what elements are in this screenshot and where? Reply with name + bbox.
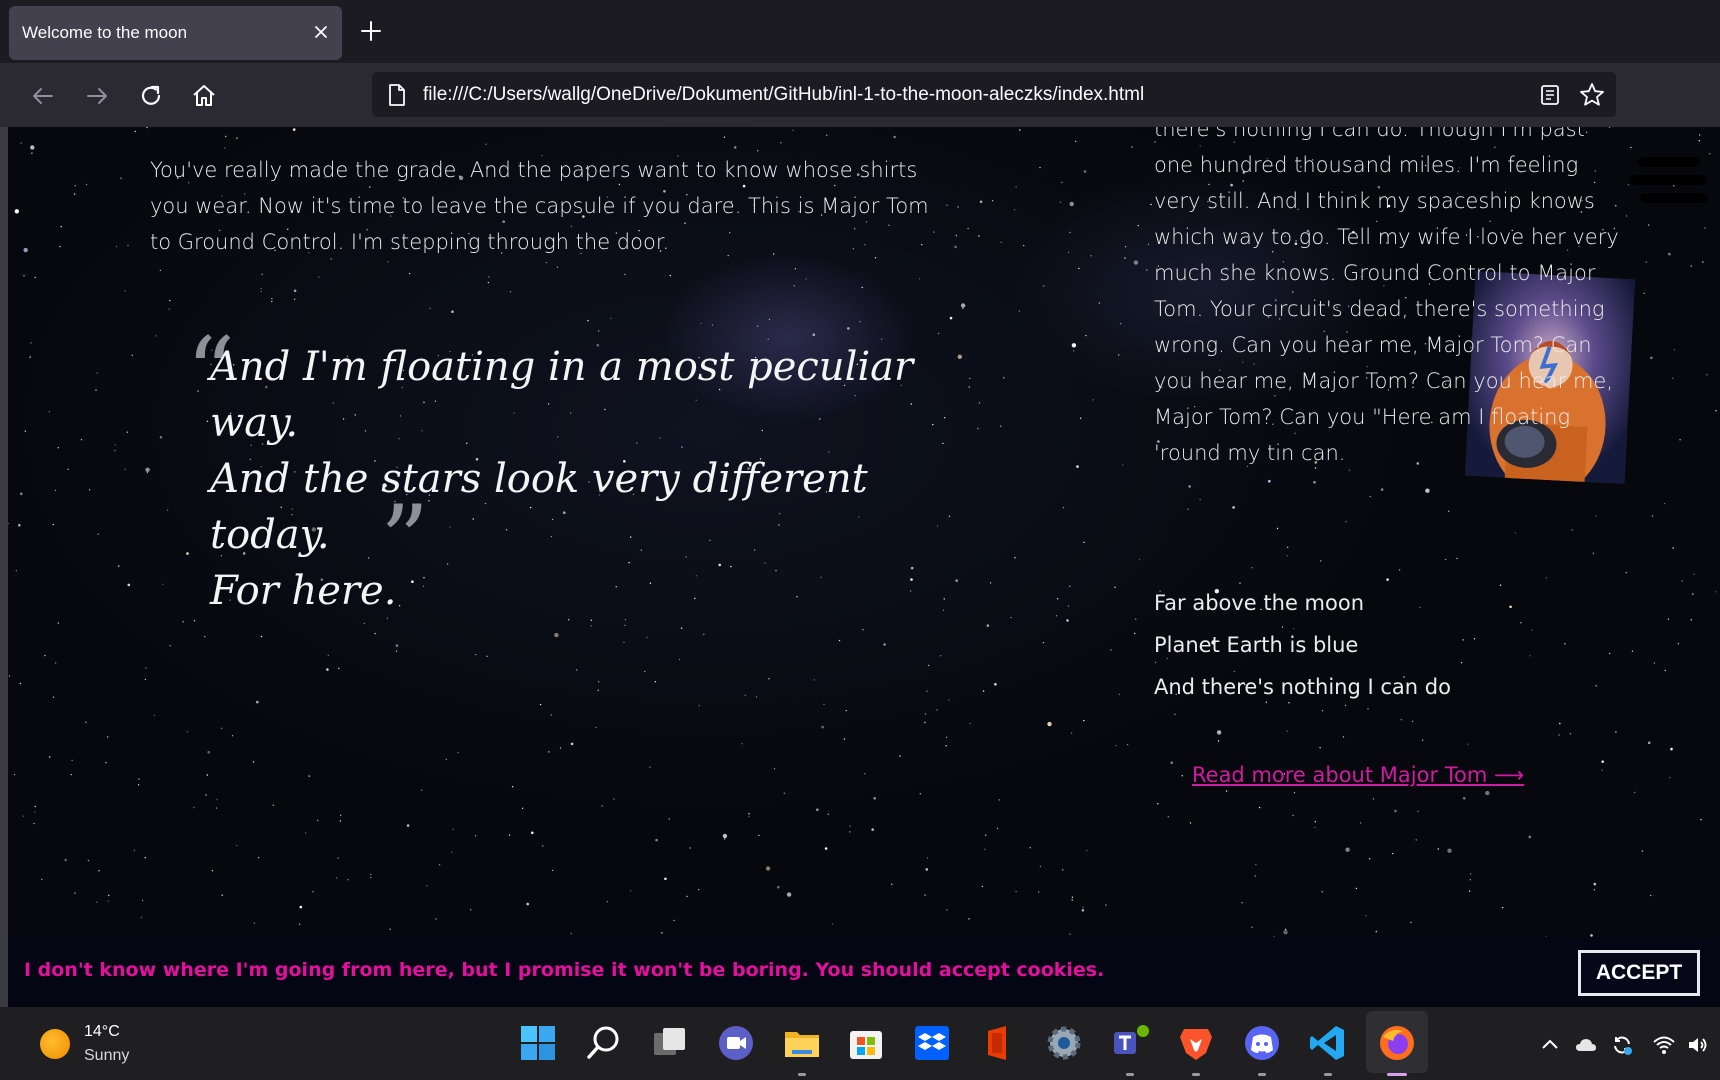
quote-line-1: And I'm floating in a most peculiar way. <box>210 344 914 446</box>
reader-view-icon[interactable] <box>1538 83 1562 107</box>
plus-icon[interactable] <box>358 18 384 44</box>
pull-quote: And I'm floating in a most peculiar way.… <box>210 339 990 619</box>
onedrive-cloud-icon[interactable] <box>1574 1033 1598 1057</box>
window-edge <box>0 127 8 1007</box>
url-bar[interactable]: file:///C:/Users/wallg/OneDrive/Dokument… <box>372 72 1616 117</box>
tab-title: Welcome to the moon <box>22 23 188 42</box>
browser-navbar: file:///C:/Users/wallg/OneDrive/Dokument… <box>0 63 1720 127</box>
back-arrow-icon[interactable] <box>26 79 60 113</box>
accept-cookies-button[interactable]: ACCEPT <box>1578 950 1700 996</box>
running-indicator <box>1192 1073 1200 1076</box>
lyric-line-2: Planet Earth is blue <box>1154 633 1359 657</box>
page-viewport: You've really made the grade. And the pa… <box>8 127 1720 1007</box>
quote-line-3: For here. <box>210 568 397 614</box>
running-indicator <box>798 1073 806 1076</box>
discord-icon[interactable] <box>1242 1023 1282 1063</box>
lyric-line-1: Far above the moon <box>1154 591 1364 615</box>
file-icon <box>389 84 405 106</box>
windows-taskbar: 14°C Sunny <box>0 1007 1720 1080</box>
quote-close-mark: ” <box>380 485 430 597</box>
url-text[interactable]: file:///C:/Users/wallg/OneDrive/Dokument… <box>423 84 1144 106</box>
cookie-banner-text: I don't know where I'm going from here, … <box>24 959 1105 981</box>
home-icon[interactable] <box>187 79 221 113</box>
windows-start-icon[interactable] <box>518 1023 558 1063</box>
chat-icon[interactable] <box>716 1023 756 1063</box>
file-explorer-icon[interactable] <box>782 1023 822 1063</box>
office-icon[interactable] <box>978 1023 1018 1063</box>
intro-paragraph: You've really made the grade. And the pa… <box>150 158 929 254</box>
tab-welcome-to-the-moon[interactable]: Welcome to the moon <box>9 6 342 60</box>
hamburger-menu-icon[interactable] <box>1622 155 1712 207</box>
quote-line-2: And the stars look very different today. <box>210 456 868 558</box>
close-icon[interactable] <box>308 19 334 45</box>
dropbox-icon[interactable] <box>912 1023 952 1063</box>
weather-condition[interactable]: Sunny <box>84 1047 129 1065</box>
lyric-line-3: And there's nothing I can do <box>1154 675 1451 699</box>
read-more-link[interactable]: Read more about Major Tom ⟶ <box>1192 763 1524 787</box>
settings-gear-icon[interactable] <box>1044 1023 1084 1063</box>
lyrics-paragraph: there's nothing I can do. Though I'm pas… <box>1154 127 1619 465</box>
task-view-icon[interactable] <box>650 1023 690 1063</box>
teams-icon[interactable] <box>1110 1023 1150 1063</box>
volume-icon[interactable] <box>1686 1033 1710 1057</box>
running-indicator <box>1126 1073 1134 1076</box>
running-indicator <box>1324 1073 1332 1076</box>
running-indicator <box>1258 1073 1266 1076</box>
active-indicator <box>1387 1073 1407 1076</box>
vscode-icon[interactable] <box>1308 1023 1348 1063</box>
brave-browser-icon[interactable] <box>1176 1023 1216 1063</box>
weather-temperature[interactable]: 14°C <box>84 1023 120 1041</box>
firefox-icon[interactable] <box>1377 1023 1417 1063</box>
wifi-icon[interactable] <box>1652 1033 1676 1057</box>
browser-tabbar: Welcome to the moon <box>0 0 1720 63</box>
sync-icon[interactable] <box>1610 1033 1634 1057</box>
forward-arrow-icon[interactable] <box>80 79 114 113</box>
cookie-banner: I don't know where I'm going from here, … <box>8 937 1720 1007</box>
sun-icon[interactable] <box>40 1029 70 1059</box>
search-icon[interactable] <box>584 1023 624 1063</box>
bookmark-star-icon[interactable] <box>1578 81 1606 109</box>
reload-icon[interactable] <box>134 79 168 113</box>
chevron-up-icon[interactable] <box>1538 1033 1562 1057</box>
microsoft-store-icon[interactable] <box>846 1023 886 1063</box>
